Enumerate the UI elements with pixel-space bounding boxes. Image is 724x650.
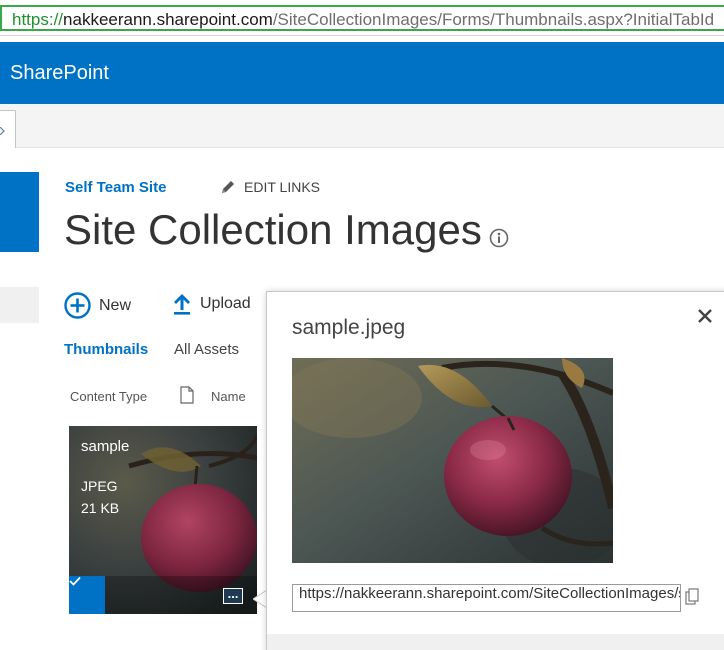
tile-file-size: 21 KB [81, 500, 120, 516]
copy-icon[interactable] [685, 588, 699, 606]
address-path: /SiteCollectionImages/Forms/Thumbnails.a… [272, 10, 715, 29]
callout-pointer [253, 590, 267, 608]
address-scheme: https:// [12, 10, 64, 29]
callout-title[interactable]: sample.jpeg [292, 316, 405, 340]
info-icon[interactable] [489, 228, 509, 248]
sharepoint-brand-link[interactable]: SharePoint [10, 62, 109, 85]
apple-preview-image [292, 358, 613, 563]
callout-footer [267, 634, 724, 650]
new-label: New [99, 296, 132, 314]
chevron-right-icon [0, 127, 5, 135]
tile-file-type: JPEG [81, 478, 118, 494]
column-header-content-type[interactable]: Content Type [70, 389, 147, 404]
quick-launch-item[interactable] [0, 287, 39, 323]
upload-arrow-icon [174, 294, 190, 315]
pencil-icon [222, 181, 234, 193]
callout-preview-image[interactable] [292, 358, 613, 563]
file-url-text: https://nakkeerann.sharepoint.com/SiteCo… [299, 585, 680, 602]
file-url-field[interactable]: https://nakkeerann.sharepoint.com/SiteCo… [292, 584, 681, 612]
file-callout: sample.jpeg https://nakkeerann.sharepoin… [266, 291, 724, 650]
site-logo[interactable] [0, 172, 39, 252]
tile-select-checkbox[interactable] [69, 576, 105, 614]
edit-links-label: EDIT LINKS [244, 179, 320, 195]
sharepoint-window: https://nakkeerann.sharepoint.com/SiteCo… [0, 0, 724, 650]
close-icon[interactable] [697, 308, 713, 324]
site-link[interactable]: Self Team Site [65, 179, 166, 196]
page-title: Site Collection Images [64, 206, 482, 253]
view-all-assets-link[interactable]: All Assets [174, 341, 239, 358]
document-icon[interactable] [180, 386, 194, 404]
address-text: https://nakkeerann.sharepoint.com/SiteCo… [12, 10, 714, 30]
image-thumbnail-tile[interactable]: sample JPEG 21 KB ... [69, 426, 257, 614]
upload-button[interactable]: Upload [172, 292, 251, 316]
upload-label: Upload [200, 295, 251, 312]
view-thumbnails-link[interactable]: Thumbnails [64, 341, 148, 358]
ribbon-tab[interactable] [0, 110, 16, 148]
tile-file-name: sample [81, 438, 130, 455]
suite-bar: SharePoint [0, 42, 724, 104]
address-host: nakkeerann.sharepoint.com [63, 10, 273, 29]
browser-address-bar: https://nakkeerann.sharepoint.com/SiteCo… [0, 0, 724, 36]
plus-circle-icon [64, 292, 91, 319]
address-input[interactable]: https://nakkeerann.sharepoint.com/SiteCo… [0, 5, 724, 31]
new-button[interactable]: New [64, 292, 131, 319]
ellipsis-icon[interactable]: ... [223, 587, 243, 604]
edit-links-button[interactable]: EDIT LINKS [220, 179, 320, 195]
checkmark-icon [69, 576, 81, 586]
ribbon-bar [0, 104, 724, 148]
column-header-name[interactable]: Name [211, 389, 246, 404]
